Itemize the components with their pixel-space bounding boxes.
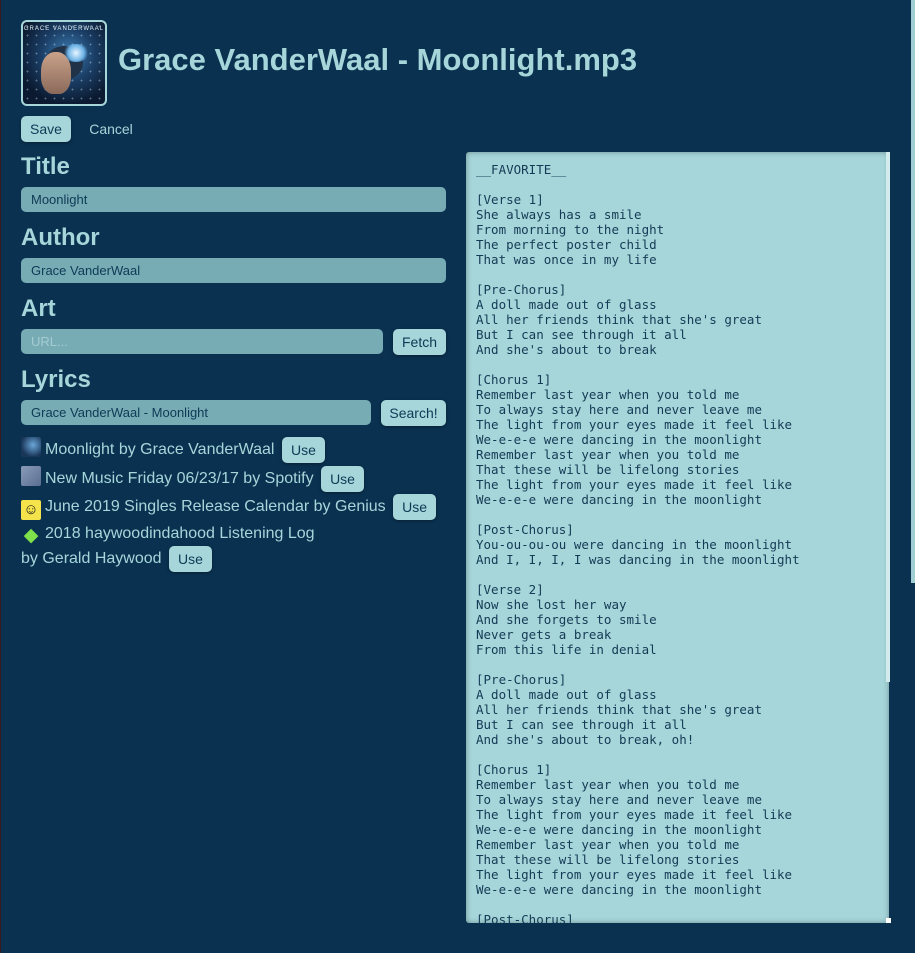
lyrics-search-input[interactable] [21,400,371,425]
result-text: Moonlight by Grace VanderWaal [45,441,275,459]
cover-caption: GRACE VANDERWAAL [23,26,105,32]
result-text: New Music Friday 06/23/17 by Spotify [45,470,314,488]
playlist-icon [21,466,41,487]
art-heading: Art [21,295,56,322]
lyrics-result-item: Moonlight by Grace VanderWaal Use [21,437,325,463]
use-result-button[interactable]: Use [393,494,437,520]
album-art-icon [21,437,41,458]
lyrics-scrollbar[interactable] [886,152,890,682]
page-scrollbar[interactable] [911,0,915,583]
result-text: 2018 haywoodindahood Listening Log [45,525,315,542]
cancel-button[interactable]: Cancel [85,116,137,142]
cover-glow [63,44,89,62]
title-input[interactable] [21,187,446,212]
use-result-button[interactable]: Use [168,546,212,572]
window-edge [0,0,1,953]
album-cover-image: GRACE VANDERWAAL [21,20,107,106]
green-gem-icon: ◆ [23,525,39,546]
fetch-button[interactable]: Fetch [393,329,446,355]
author-input[interactable] [21,258,446,283]
lyrics-textarea[interactable]: __FAVORITE__ [Verse 1] She always has a … [466,152,889,923]
lyrics-search-button[interactable]: Search! [381,400,446,426]
page-title: Grace VanderWaal - Moonlight.mp3 [118,42,638,77]
author-heading: Author [21,224,100,251]
lyrics-result-item: New Music Friday 06/23/17 by Spotify Use [21,466,365,492]
resize-handle[interactable] [886,918,891,923]
result-text: June 2019 Singles Release Calendar by Ge… [45,498,386,516]
art-url-input[interactable] [21,329,383,354]
lyrics-result-item: ◆ 2018 haywoodindahood Listening Log by G… [21,523,315,572]
lyrics-heading: Lyrics [21,366,91,393]
lyrics-result-item: ☺ June 2019 Singles Release Calendar by G… [21,494,437,521]
result-text-line2: by Gerald Haywood [21,550,162,568]
save-button[interactable]: Save [21,116,71,142]
genius-smiley-icon: ☺ [21,500,41,521]
use-result-button[interactable]: Use [321,466,365,492]
use-result-button[interactable]: Use [281,437,325,463]
title-heading: Title [21,153,70,180]
